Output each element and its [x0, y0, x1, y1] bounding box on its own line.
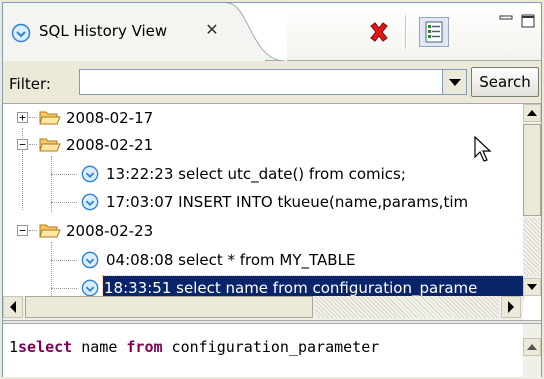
sql-keyword: from	[126, 338, 163, 356]
collapse-icon[interactable]: −	[17, 225, 28, 236]
maximize-icon[interactable]	[519, 13, 537, 29]
toolbar-separator	[405, 15, 407, 49]
folder-open-icon	[39, 111, 61, 125]
horizontal-scroll-track[interactable]	[315, 296, 499, 318]
tree-group-row[interactable]: + 2008-02-17	[3, 106, 503, 130]
history-entry-query: select utc_date() from comics;	[178, 165, 406, 183]
tab-edge	[227, 3, 287, 61]
sql-keyword: select	[18, 338, 73, 356]
folder-open-icon	[39, 138, 61, 152]
tree-group-row[interactable]: − 2008-02-21	[3, 133, 503, 157]
tree-group-row[interactable]: − 2008-02-23	[3, 219, 503, 243]
history-entry-query: INSERT INTO tkueue(name,params,tim	[178, 193, 469, 211]
sql-history-view: SQL History View ✕ Filter: Search + 2008…	[0, 0, 544, 379]
filter-label: Filter:	[9, 75, 51, 93]
history-entry-time: 17:03:07	[106, 193, 174, 211]
history-entry-time: 04:08:08	[106, 251, 174, 269]
view-title-bar: SQL History View ✕	[3, 3, 541, 61]
folder-open-icon	[39, 224, 61, 238]
history-entry-row[interactable]: 04:08:08 select * from MY_TABLE	[3, 248, 523, 272]
line-number: 1	[9, 338, 19, 356]
history-entry-label: 04:08:08 select * from MY_TABLE	[105, 248, 356, 272]
tree-group-label: 2008-02-21	[66, 136, 154, 154]
vertical-scroll-thumb[interactable]	[523, 124, 541, 216]
scroll-left-button[interactable]	[3, 296, 23, 318]
sql-history-icon	[81, 165, 99, 183]
history-entry-label: 17:03:07 INSERT INTO tkueue(name,params,…	[105, 190, 469, 214]
minimize-icon[interactable]	[497, 13, 515, 27]
sql-text: name	[72, 338, 127, 356]
chevron-up-icon	[527, 110, 537, 116]
mouse-pointer-icon	[474, 136, 492, 162]
vertical-scrollbar[interactable]	[523, 104, 541, 296]
collapse-icon[interactable]: −	[17, 139, 28, 150]
sql-history-icon	[81, 251, 99, 269]
history-tree[interactable]: + 2008-02-17 − 2008-02-21 13:22:23 selec…	[3, 103, 541, 321]
sql-text: configuration_parameter	[162, 338, 380, 356]
vertical-scroll-track[interactable]	[523, 218, 541, 276]
history-entry-row[interactable]: 13:22:23 select utc_date() from comics;	[3, 162, 523, 186]
sql-line: 1select name from configuration_paramete…	[9, 338, 379, 356]
horizontal-scrollbar[interactable]	[3, 296, 523, 320]
toggle-layout-button[interactable]	[419, 17, 449, 47]
chevron-right-icon	[508, 301, 514, 313]
history-entry-time: 18:33:51	[104, 279, 172, 297]
search-button[interactable]: Search	[471, 67, 539, 97]
expand-icon[interactable]: +	[17, 112, 28, 123]
close-icon[interactable]: ✕	[203, 21, 221, 39]
remove-history-icon[interactable]	[367, 20, 391, 44]
sql-history-icon	[81, 279, 99, 297]
history-entry-label: 13:22:23 select utc_date() from comics;	[105, 162, 407, 186]
history-entry-row[interactable]: 17:03:07 INSERT INTO tkueue(name,params,…	[3, 190, 523, 214]
sql-preview-editor[interactable]: 1select name from configuration_paramete…	[3, 323, 541, 378]
history-entry-query: select * from MY_TABLE	[178, 251, 356, 269]
editor-vertical-scrollbar[interactable]	[523, 324, 541, 378]
sql-history-icon	[81, 193, 99, 211]
horizontal-scroll-thumb[interactable]	[25, 296, 313, 318]
view-tab[interactable]: SQL History View ✕	[3, 3, 265, 61]
scroll-right-button[interactable]	[501, 296, 521, 318]
tab-title: SQL History View	[39, 22, 168, 40]
layout-toggle-icon	[425, 21, 443, 43]
sql-history-icon	[11, 23, 31, 43]
chevron-down-icon	[527, 284, 537, 290]
tree-group-label: 2008-02-17	[66, 109, 154, 127]
history-entry-query: select name from configuration_parame	[176, 279, 478, 297]
scroll-up-button[interactable]	[523, 338, 541, 356]
tree-group-label: 2008-02-23	[66, 222, 154, 240]
filter-dropdown-button[interactable]	[443, 69, 467, 95]
filter-input[interactable]	[79, 69, 443, 95]
chevron-left-icon	[10, 301, 16, 313]
history-entry-time: 13:22:23	[106, 165, 174, 183]
chevron-down-icon	[449, 79, 461, 86]
scroll-up-button[interactable]	[523, 104, 541, 122]
chevron-up-icon	[527, 344, 537, 350]
view-frame: SQL History View ✕ Filter: Search + 2008…	[2, 2, 542, 378]
scroll-down-button[interactable]	[523, 278, 541, 296]
